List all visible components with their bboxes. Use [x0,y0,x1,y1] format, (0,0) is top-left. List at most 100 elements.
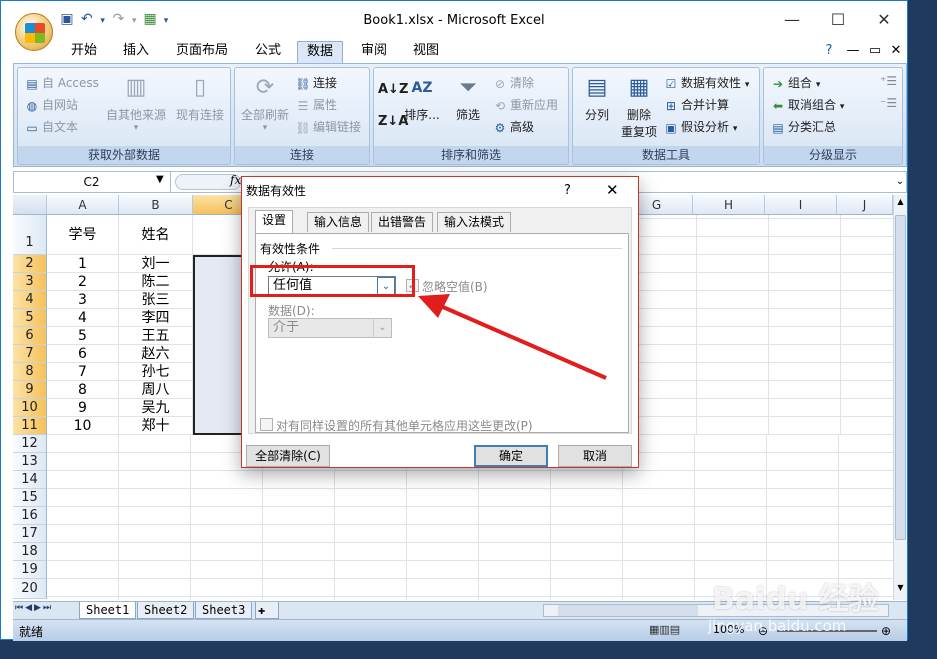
text-to-columns-button[interactable]: ▤ 分列 [577,72,617,123]
column-header-i[interactable]: I [765,195,837,215]
show-detail-icon[interactable]: ⁺☰ [880,74,897,88]
filter-button[interactable]: ⏷ 筛选 [448,72,488,123]
tab-view[interactable]: 视图 [403,41,449,63]
existing-connections-button[interactable]: ▯ 现有连接 [172,72,228,123]
row-header[interactable]: 13 [13,453,47,471]
table-cell[interactable]: 8 [47,381,119,399]
view-buttons[interactable]: ▦▥▤ [649,623,680,636]
row-header[interactable]: 3 [13,273,47,291]
tab-review[interactable]: 审阅 [351,41,397,63]
hide-detail-icon[interactable]: ⁻☰ [880,96,897,110]
column-header-b[interactable]: B [119,195,193,215]
table-cell[interactable]: 李四 [119,309,193,327]
row-header[interactable]: 6 [13,327,47,345]
connections-button[interactable]: ⛓ 连接 [295,74,337,92]
row-header[interactable]: 10 [13,399,47,417]
sheet-tab-3[interactable]: Sheet3 [195,602,253,619]
row-header[interactable]: 2 [13,255,47,273]
ok-button[interactable]: 确定 [474,445,548,467]
ungroup-button[interactable]: ⬅ 取消组合 ▾ [770,96,844,114]
column-header-a[interactable]: A [47,195,119,215]
clear-filter-button[interactable]: ⊘ 清除 [492,74,534,92]
tab-error-alert[interactable]: 出错警告 [371,212,434,232]
row-header[interactable]: 12 [13,435,47,453]
table-cell[interactable]: 刘一 [119,255,193,273]
scroll-down-icon[interactable]: ▼ [895,583,906,595]
row-header[interactable]: 15 [13,489,47,507]
table-cell[interactable]: 孙七 [119,363,193,381]
table-cell[interactable]: 周八 [119,381,193,399]
table-cell[interactable]: 4 [47,309,119,327]
ribbon-minimize-icon[interactable]: — [843,41,863,63]
table-cell[interactable]: 吴九 [119,399,193,417]
row-header[interactable]: 14 [13,471,47,489]
table-cell[interactable]: 6 [47,345,119,363]
group-button[interactable]: ➔ 组合 ▾ [770,74,820,92]
column-header-j[interactable]: J [837,195,893,215]
tab-ime-mode[interactable]: 输入法模式 [437,212,512,232]
sheet-tab-2[interactable]: Sheet2 [137,602,195,619]
from-text-button[interactable]: ▭ 自文本 [24,118,78,136]
data-select[interactable]: 介于 ⌄ [268,318,392,338]
scroll-thumb[interactable] [558,605,698,616]
advanced-filter-button[interactable]: ⚙ 高级 [492,118,534,136]
row-header[interactable]: 7 [13,345,47,363]
scroll-up-icon[interactable]: ▲ [895,197,906,209]
office-button[interactable] [15,13,53,51]
tab-data[interactable]: 数据 [297,41,343,63]
help-icon[interactable]: ? [819,41,839,63]
refresh-all-button[interactable]: ⟳ 全部刷新 ▾ [237,72,293,133]
cell-a1[interactable]: 学号 [47,215,119,255]
from-other-sources-button[interactable]: ▥ 自其他来源 ▾ [104,72,168,133]
table-cell[interactable]: 10 [47,417,119,435]
zoom-in-icon[interactable]: ⊕ [881,624,891,638]
dialog-help-button[interactable]: ? [564,183,571,198]
tab-page-layout[interactable]: 页面布局 [169,41,235,63]
apply-all-checkbox[interactable] [260,418,273,431]
sheet-tab-1[interactable]: Sheet1 [79,602,137,619]
row-header[interactable]: 5 [13,309,47,327]
tab-insert[interactable]: 插入 [113,41,159,63]
table-cell[interactable]: 5 [47,327,119,345]
row-header[interactable]: 1 [13,215,47,255]
edit-links-button[interactable]: ⛓ 编辑链接 [295,118,361,136]
expand-formula-bar-icon[interactable]: ⌄ [893,172,907,192]
scroll-thumb[interactable] [895,215,906,540]
close-button[interactable]: ✕ [861,7,907,33]
from-web-button[interactable]: ◍ 自网站 [24,96,78,114]
row-header[interactable]: 20 [13,579,47,599]
vertical-scrollbar[interactable]: ▲ ▼ [893,195,907,600]
ribbon-close-icon[interactable]: ✕ [887,41,905,63]
maximize-button[interactable]: ☐ [815,7,861,33]
column-header-h[interactable]: H [693,195,765,215]
row-header[interactable]: 9 [13,381,47,399]
table-cell[interactable]: 陈二 [119,273,193,291]
row-header[interactable]: 18 [13,543,47,561]
tab-home[interactable]: 开始 [59,41,109,63]
select-all-corner[interactable] [13,195,47,215]
minimize-button[interactable]: — [769,7,815,33]
row-header[interactable]: 17 [13,525,47,543]
insert-sheet-icon[interactable]: ✚ [255,602,279,619]
table-cell[interactable]: 9 [47,399,119,417]
what-if-analysis-button[interactable]: ▣ 假设分析 ▾ [663,118,737,136]
clear-all-button[interactable]: 全部清除(C) [246,445,330,467]
name-box-dropdown-icon[interactable]: ▼ [156,174,164,185]
table-cell[interactable]: 张三 [119,291,193,309]
dialog-close-button[interactable]: ✕ [606,181,619,199]
row-header[interactable]: 8 [13,363,47,381]
fx-icon[interactable]: fx [230,173,241,187]
table-cell[interactable]: 赵六 [119,345,193,363]
cell-b1[interactable]: 姓名 [119,215,193,255]
table-cell[interactable]: 2 [47,273,119,291]
tab-input-message[interactable]: 输入信息 [307,212,370,232]
cancel-button[interactable]: 取消 [558,445,632,467]
data-validation-button[interactable]: ☑ 数据有效性 ▾ [663,74,750,92]
row-header[interactable]: 16 [13,507,47,525]
remove-duplicates-button[interactable]: ▦ 删除 重复项 [619,72,659,140]
row-header[interactable]: 11 [13,417,47,435]
from-access-button[interactable]: ▤ 自 Access [24,74,99,92]
table-cell[interactable]: 王五 [119,327,193,345]
row-header[interactable]: 4 [13,291,47,309]
table-cell[interactable]: 1 [47,255,119,273]
